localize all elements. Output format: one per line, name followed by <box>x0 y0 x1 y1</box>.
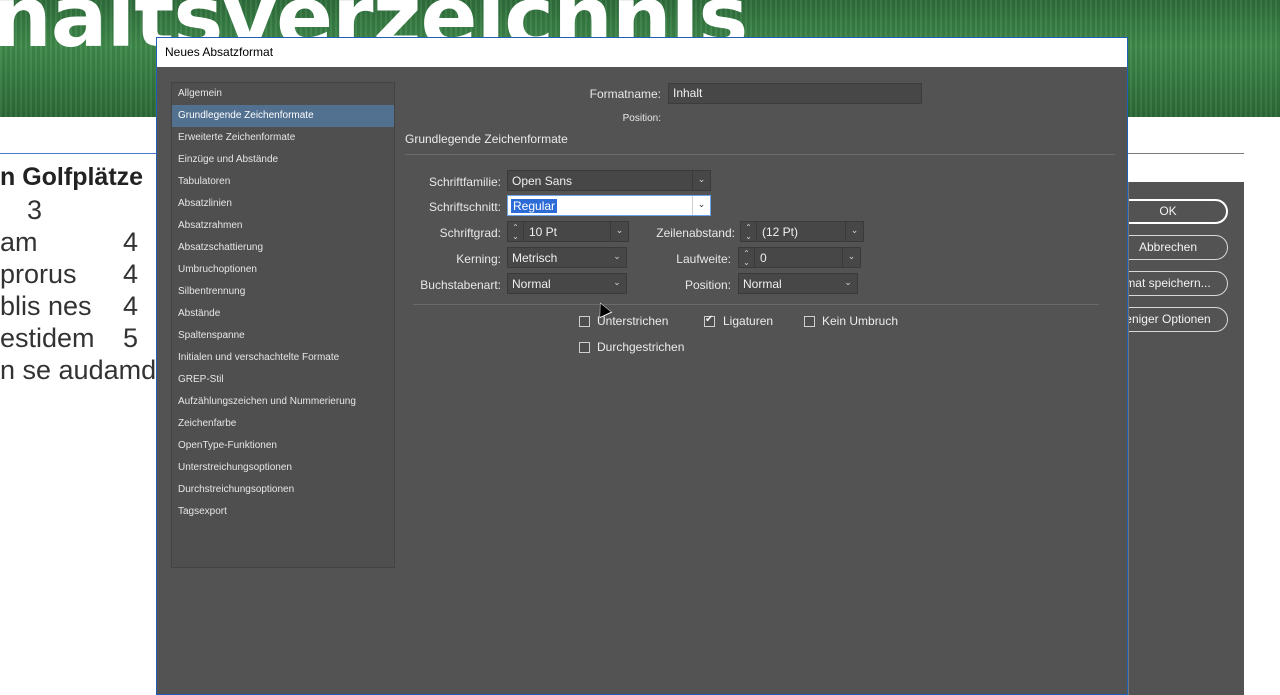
underline-label: Unterstrichen <box>597 314 669 328</box>
document-frame-edge <box>0 153 158 154</box>
font-style-dropdown[interactable]: Regular ⌄ <box>507 195 711 216</box>
tracking-label: Laufweite: <box>676 252 731 266</box>
category-item[interactable]: Einzüge und Abstände <box>172 149 394 171</box>
ok-button[interactable]: OK <box>1129 199 1228 224</box>
category-item[interactable]: Umbruchoptionen <box>172 259 394 281</box>
document-line: blis nes <box>0 291 92 321</box>
document-page-number: 4 <box>123 227 139 257</box>
case-value: Normal <box>512 277 551 291</box>
category-item[interactable]: Spaltenspanne <box>172 325 394 347</box>
font-style-label: Schriftschnitt: <box>428 200 501 214</box>
document-page-number: 4 <box>123 259 139 289</box>
category-item[interactable]: Silbentrennung <box>172 281 394 303</box>
category-item[interactable]: Zeichenfarbe <box>172 413 394 435</box>
ligatures-label: Ligaturen <box>723 314 774 328</box>
font-size-field[interactable]: ⌃ ⌄ 10 Pt ⌄ <box>507 221 629 242</box>
document-page-number: 5 <box>123 323 139 353</box>
font-family-value: Open Sans <box>512 174 573 188</box>
category-list: Allgemein Grundlegende Zeichenformate Er… <box>171 82 395 568</box>
format-name-input[interactable]: Inhalt <box>668 83 922 104</box>
strikethrough-label: Durchgestrichen <box>597 340 685 354</box>
document-line: estidem <box>0 323 95 353</box>
document-page-number: 4 <box>123 291 139 321</box>
secondary-dialog-titlebar <box>1128 153 1244 182</box>
category-item[interactable]: Absatzrahmen <box>172 215 394 237</box>
position-select-label: Position: <box>684 278 731 292</box>
strikethrough-checkbox[interactable] <box>579 342 590 353</box>
chevron-down-icon[interactable]: ⌄ <box>608 248 626 267</box>
category-item[interactable]: Unterstreichungsoptionen <box>172 457 394 479</box>
position-value: Normal <box>743 277 782 291</box>
document-line: n se audamd <box>0 355 157 385</box>
font-style-value[interactable]: Regular <box>511 199 558 213</box>
category-item[interactable]: Allgemein <box>172 83 394 105</box>
save-format-button[interactable]: mat speichern... <box>1129 271 1228 296</box>
case-dropdown[interactable]: Normal ⌄ <box>507 273 627 294</box>
font-size-value[interactable]: 10 Pt <box>529 225 557 239</box>
chevron-down-icon[interactable]: ⌄ <box>692 196 710 215</box>
font-family-dropdown[interactable]: Open Sans ⌄ <box>507 170 711 191</box>
font-size-label: Schriftgrad: <box>439 226 501 240</box>
position-dropdown[interactable]: Normal ⌄ <box>738 273 858 294</box>
chevron-down-icon[interactable]: ⌄ <box>692 171 710 190</box>
tracking-field[interactable]: ⌃ ⌄ 0 ⌄ <box>738 247 861 268</box>
document-page-number: 3 <box>27 195 43 225</box>
stepper-icon[interactable]: ⌃ ⌄ <box>739 248 755 267</box>
category-item[interactable]: Tabulatoren <box>172 171 394 193</box>
document-line: n Golfplätze <box>0 163 144 191</box>
category-item[interactable]: Aufzählungszeichen und Nummerierung <box>172 391 394 413</box>
category-item[interactable]: Absatzlinien <box>172 193 394 215</box>
category-item[interactable]: GREP-Stil <box>172 369 394 391</box>
fewer-options-button[interactable]: eniger Optionen <box>1129 307 1228 332</box>
chevron-down-icon[interactable]: ⌄ <box>842 248 860 267</box>
leading-field[interactable]: ⌃ ⌄ (12 Pt) ⌄ <box>740 221 864 242</box>
chevron-down-icon[interactable]: ⌄ <box>610 222 628 241</box>
stepper-icon[interactable]: ⌃ ⌄ <box>508 222 524 241</box>
leading-label: Zeilenabstand: <box>656 226 735 240</box>
stepper-icon[interactable]: ⌃ ⌄ <box>741 222 757 241</box>
kerning-label: Kerning: <box>456 252 501 266</box>
category-item[interactable]: Durchstreichungsoptionen <box>172 479 394 501</box>
leading-value[interactable]: (12 Pt) <box>762 225 798 239</box>
dialog-titlebar[interactable]: Neues Absatzformat <box>157 38 1127 67</box>
category-item[interactable]: Initialen und verschachtelte Formate <box>172 347 394 369</box>
document-line: am <box>0 227 38 257</box>
case-label: Buchstabenart: <box>420 278 501 292</box>
category-item[interactable]: OpenType-Funktionen <box>172 435 394 457</box>
options-divider <box>413 304 1099 305</box>
position-label: Position: <box>622 113 661 124</box>
category-item[interactable]: Abstände <box>172 303 394 325</box>
underline-checkbox[interactable] <box>579 316 590 327</box>
no-break-label: Kein Umbruch <box>822 314 899 328</box>
category-item[interactable]: Absatzschattierung <box>172 237 394 259</box>
secondary-dialog-buttons: OK Abbrechen mat speichern... eniger Opt… <box>1129 182 1244 695</box>
no-break-checkbox[interactable] <box>804 316 815 327</box>
kerning-dropdown[interactable]: Metrisch ⌄ <box>507 247 627 268</box>
category-item-selected[interactable]: Grundlegende Zeichenformate <box>172 105 394 127</box>
chevron-down-icon[interactable]: ⌄ <box>845 222 863 241</box>
chevron-down-icon[interactable]: ⌄ <box>839 274 857 293</box>
category-item[interactable]: Erweiterte Zeichenformate <box>172 127 394 149</box>
new-paragraph-style-dialog: Neues Absatzformat Allgemein Grundlegend… <box>156 37 1128 695</box>
section-heading: Grundlegende Zeichenformate <box>405 132 568 146</box>
section-divider <box>405 154 1115 155</box>
font-family-label: Schriftfamilie: <box>428 175 501 189</box>
cancel-button[interactable]: Abbrechen <box>1129 235 1228 260</box>
chevron-down-icon[interactable]: ⌄ <box>608 274 626 293</box>
category-item[interactable]: Tagsexport <box>172 501 394 523</box>
kerning-value: Metrisch <box>512 251 558 265</box>
document-line: prorus <box>0 259 77 289</box>
ligatures-checkbox[interactable] <box>704 314 715 327</box>
format-name-label: Formatname: <box>589 87 661 101</box>
tracking-value[interactable]: 0 <box>760 251 767 265</box>
